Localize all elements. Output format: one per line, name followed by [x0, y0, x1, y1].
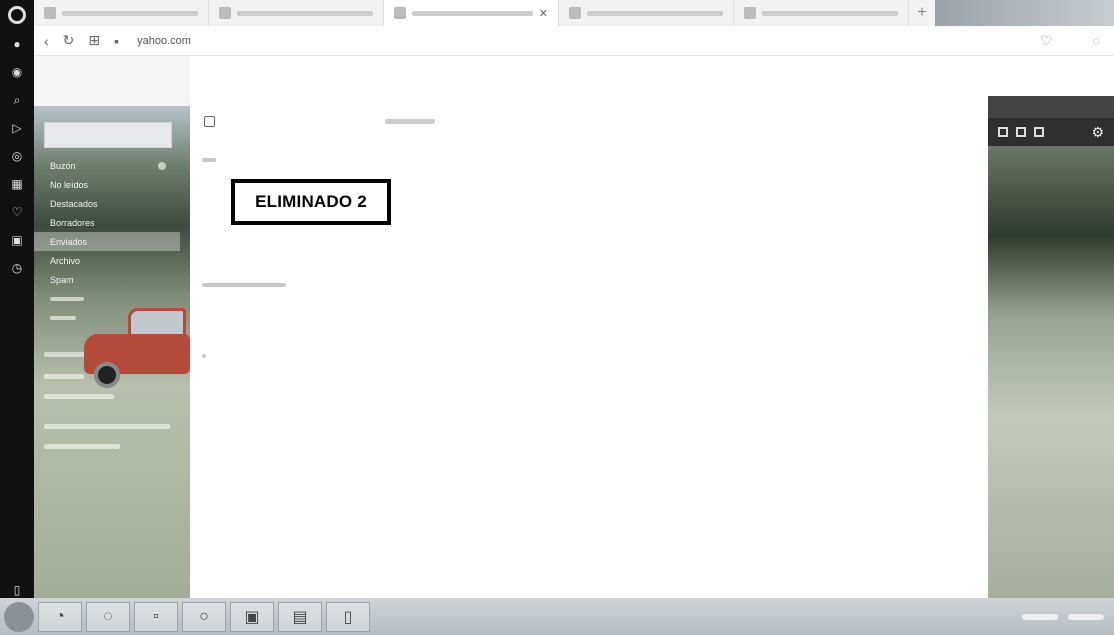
system-tray	[1022, 613, 1114, 620]
favicon-icon	[744, 7, 756, 19]
favicon-icon	[44, 7, 56, 19]
send-icon[interactable]: ▷	[9, 120, 25, 136]
bookmark-icon[interactable]: ♡	[1041, 33, 1053, 49]
background-car-illustration	[84, 300, 190, 390]
group-label-placeholder	[202, 354, 206, 358]
whatsapp-icon[interactable]: ◉	[9, 64, 25, 80]
address-bar: ‹ ↻ ⊞ ▪ yahoo.com ♡ ◌	[34, 26, 1114, 56]
taskbar-app-button[interactable]: ▤	[278, 601, 322, 632]
os-taskbar: ◔ ◌ ▫ ○ ▣ ▤ ▯	[0, 598, 1114, 635]
start-button[interactable]	[4, 601, 34, 632]
extensions-icon[interactable]: ◌	[1092, 33, 1100, 49]
sort-dropdown[interactable]	[385, 118, 435, 124]
favicon-icon	[394, 7, 406, 19]
sidebar-toggle-icon[interactable]: ▯	[9, 582, 25, 598]
tab-title-placeholder	[237, 10, 373, 16]
grid-icon[interactable]: ▦	[9, 176, 25, 192]
taskbar-app-button[interactable]: ◌	[86, 601, 130, 632]
select-all-checkbox[interactable]	[204, 115, 215, 127]
search-icon[interactable]: ⌕	[9, 92, 25, 108]
close-tab-icon[interactable]: ✕	[539, 7, 548, 20]
tab-title-placeholder	[62, 10, 198, 16]
tab-title-placeholder	[412, 10, 533, 16]
browser-tab[interactable]	[209, 0, 384, 26]
browser-logo-icon[interactable]	[8, 6, 26, 24]
folder-label-placeholder	[50, 296, 84, 301]
camera-icon[interactable]: ◎	[9, 148, 25, 164]
taskbar-app-button[interactable]: ▫	[134, 601, 178, 632]
folder-starred[interactable]: Destacados	[34, 194, 180, 213]
opera-taskbar-icon[interactable]: ○	[182, 601, 226, 632]
message-list: ELIMINADO 2	[190, 106, 988, 598]
clock-icon[interactable]: ◷	[9, 260, 25, 276]
redaction-label: ELIMINADO 2	[255, 192, 367, 211]
folder-label-placeholder	[50, 315, 76, 320]
back-icon[interactable]: ‹	[44, 33, 49, 49]
tray-icons[interactable]	[1022, 613, 1058, 620]
lock-icon: ▪	[114, 32, 120, 49]
browser-sidebar: ● ◉ ⌕ ▷ ◎ ▦ ♡ ▣ ◷ ▯	[0, 0, 34, 598]
gear-icon[interactable]: ⚙	[1091, 124, 1104, 141]
messenger-icon[interactable]: ●	[9, 36, 25, 52]
tab-title-placeholder	[762, 10, 898, 16]
date-group-header	[202, 354, 206, 358]
views-item[interactable]	[44, 394, 114, 399]
browser-tab[interactable]	[559, 0, 734, 26]
taskbar-app-button[interactable]: ◔	[38, 601, 82, 632]
contacts-icon[interactable]	[998, 127, 1008, 137]
unread-badge	[158, 161, 166, 170]
folder-inbox[interactable]: Buzón	[34, 156, 180, 175]
favicon-icon	[569, 7, 581, 19]
date-group-header	[202, 283, 286, 287]
browser-tab-active[interactable]: ✕	[384, 0, 559, 26]
new-tab-button[interactable]: +	[909, 0, 935, 26]
wallet-icon[interactable]: ▣	[9, 232, 25, 248]
heart-icon[interactable]: ♡	[9, 204, 25, 220]
folder-sent[interactable]: Enviados	[34, 232, 180, 251]
browser-tab[interactable]	[34, 0, 209, 26]
folder-spam[interactable]: Spam	[34, 270, 180, 289]
date-group-header	[202, 158, 216, 162]
folders-section-header[interactable]	[44, 424, 170, 429]
favicon-icon	[219, 7, 231, 19]
mail-header-area	[190, 56, 988, 106]
reload-icon[interactable]: ↻	[63, 32, 75, 49]
taskbar-app-button[interactable]: ▯	[326, 601, 370, 632]
compose-button[interactable]	[44, 122, 172, 148]
rail-spacer	[9, 288, 25, 570]
right-panel-toolbar: ⚙	[988, 118, 1114, 146]
tab-strip: ✕ +	[34, 0, 1114, 26]
speed-dial-icon[interactable]: ⊞	[88, 32, 100, 49]
clock-readout[interactable]	[1068, 613, 1104, 620]
browser-tab[interactable]	[734, 0, 909, 26]
car-wheel	[94, 362, 120, 388]
tab-title-placeholder	[587, 10, 723, 16]
calendar-icon[interactable]	[1016, 127, 1026, 137]
notepad-icon[interactable]	[1034, 127, 1044, 137]
folder-archive[interactable]: Archivo	[34, 251, 180, 270]
redaction-box: ELIMINADO 2	[231, 179, 391, 225]
taskbar-app-button[interactable]: ▣	[230, 601, 274, 632]
folder-unread[interactable]: No leídos	[34, 175, 180, 194]
new-folder-link[interactable]	[44, 444, 120, 449]
group-label-placeholder	[202, 158, 216, 162]
tab-strip-background	[935, 0, 1114, 26]
url-field[interactable]: yahoo.com	[137, 35, 191, 47]
message-list-toolbar	[190, 106, 988, 136]
folder-drafts[interactable]: Borradores	[34, 213, 180, 232]
views-item[interactable]	[44, 374, 84, 379]
mail-folder-nav: Buzón No leídos Destacados Borradores En…	[34, 118, 180, 327]
group-label-placeholder	[202, 283, 286, 287]
